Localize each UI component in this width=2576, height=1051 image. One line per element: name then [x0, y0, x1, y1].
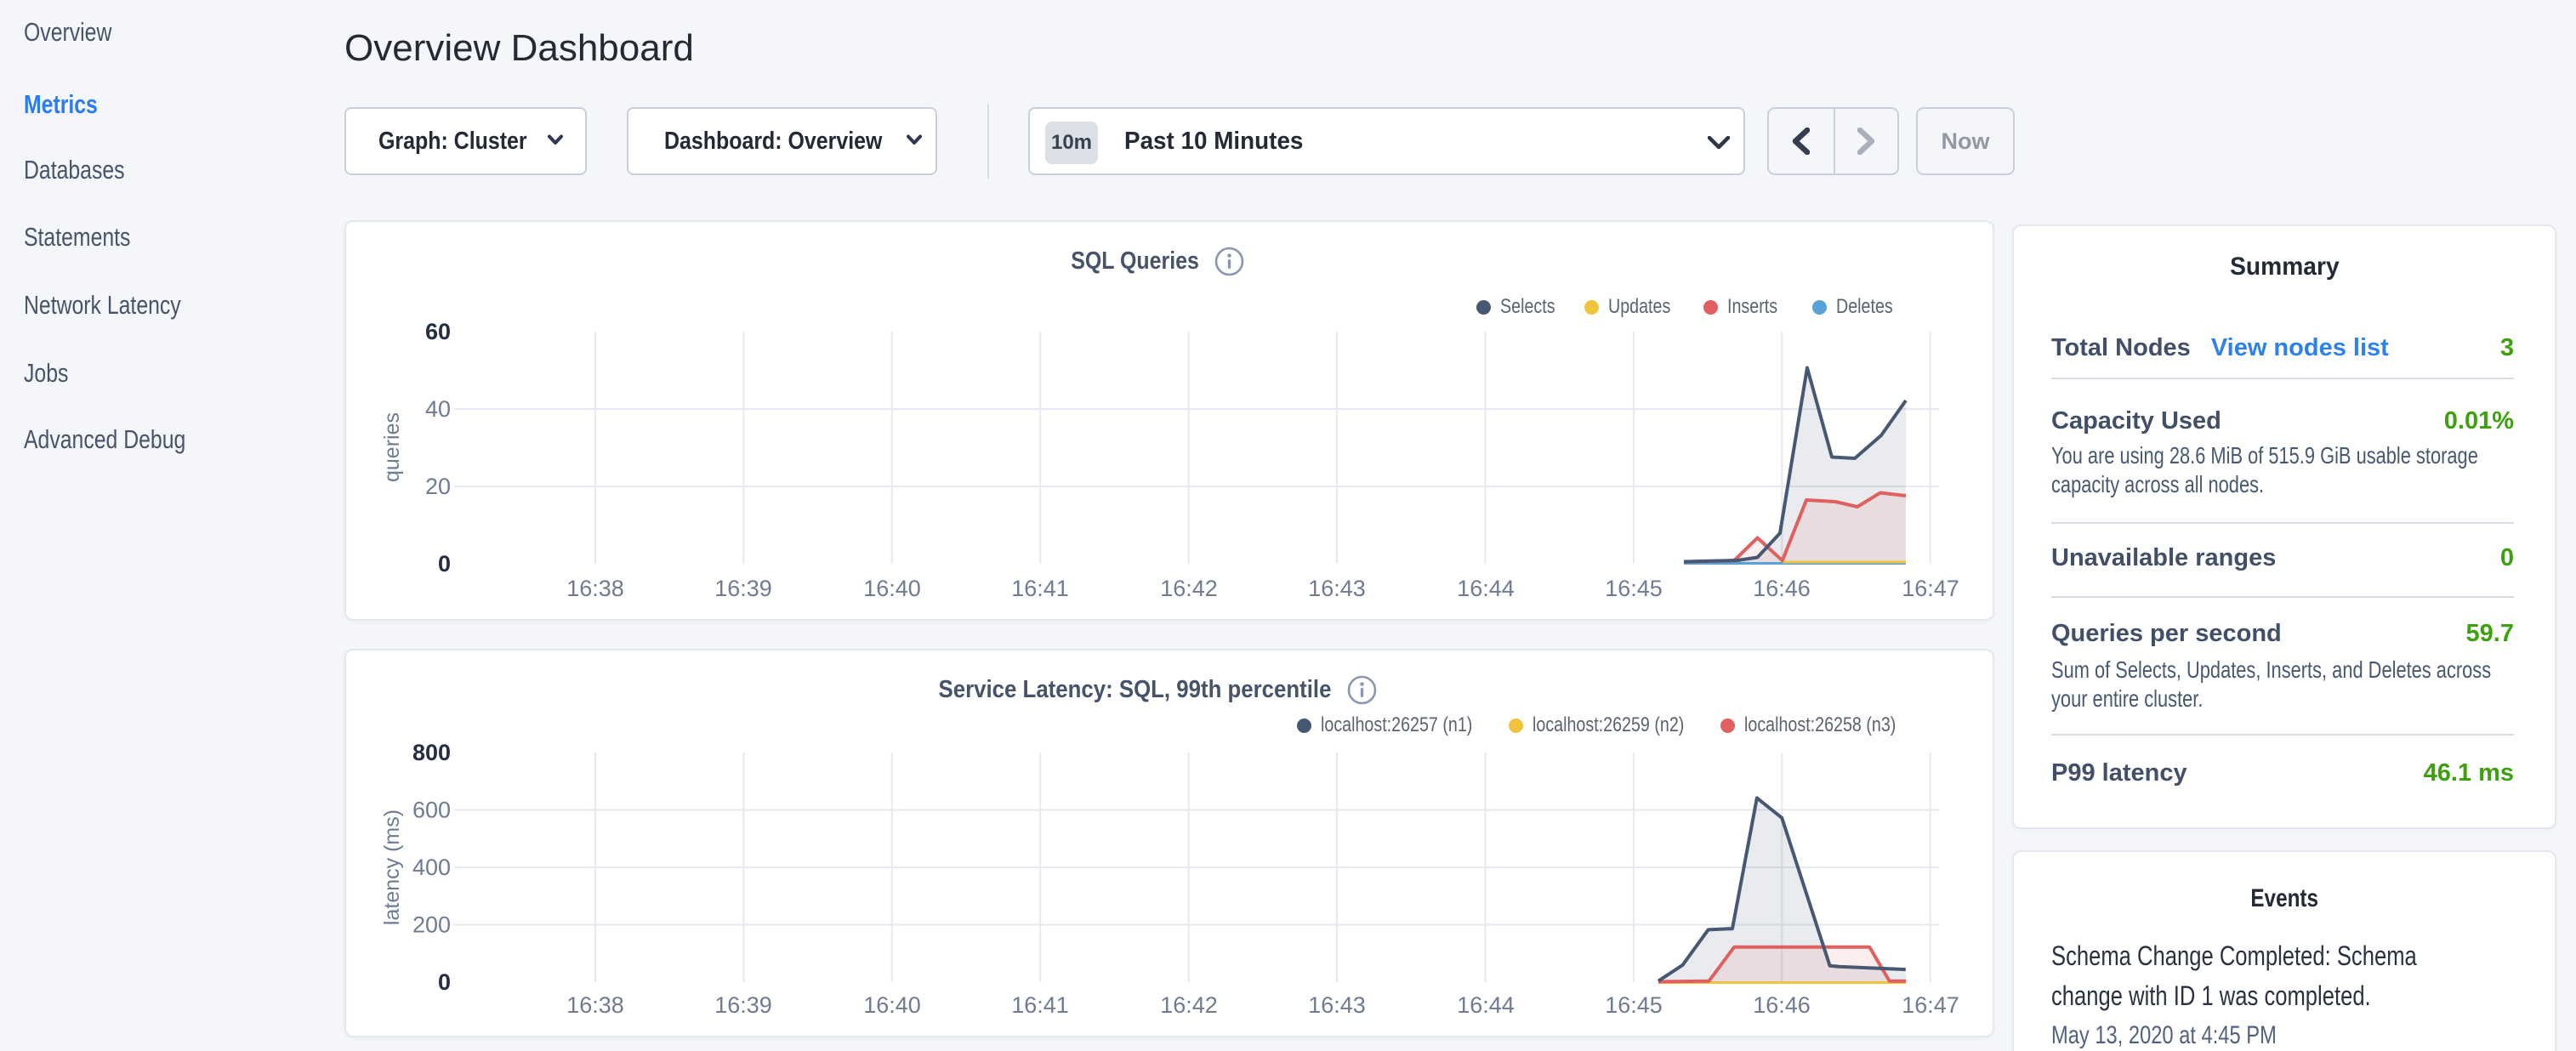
svg-text:800: 800 [412, 740, 451, 765]
svg-text:16:39: 16:39 [714, 576, 772, 601]
svg-text:16:47: 16:47 [1902, 992, 1959, 1018]
svg-text:16:45: 16:45 [1605, 992, 1663, 1018]
svg-text:queries: queries [380, 412, 404, 482]
svg-text:400: 400 [412, 855, 451, 880]
svg-text:16:39: 16:39 [714, 992, 772, 1018]
svg-text:16:45: 16:45 [1605, 576, 1663, 601]
svg-text:16:40: 16:40 [863, 576, 921, 601]
svg-text:16:38: 16:38 [566, 576, 624, 601]
svg-text:20: 20 [425, 474, 451, 499]
svg-text:40: 40 [425, 396, 451, 422]
svg-text:0: 0 [438, 969, 451, 995]
svg-text:16:47: 16:47 [1902, 576, 1959, 601]
svg-text:60: 60 [425, 319, 451, 344]
svg-text:16:46: 16:46 [1753, 992, 1811, 1018]
svg-text:0: 0 [438, 551, 451, 577]
svg-text:16:43: 16:43 [1308, 992, 1366, 1018]
svg-text:16:38: 16:38 [566, 992, 624, 1018]
svg-text:16:40: 16:40 [863, 992, 921, 1018]
svg-text:16:43: 16:43 [1308, 576, 1366, 601]
svg-text:16:46: 16:46 [1753, 576, 1811, 601]
svg-text:16:41: 16:41 [1011, 992, 1069, 1018]
svg-text:16:44: 16:44 [1457, 576, 1515, 601]
svg-text:600: 600 [412, 798, 451, 823]
svg-text:16:41: 16:41 [1011, 576, 1069, 601]
svg-text:200: 200 [412, 912, 451, 938]
svg-text:16:44: 16:44 [1457, 992, 1515, 1018]
svg-text:latency (ms): latency (ms) [380, 810, 404, 925]
svg-text:16:42: 16:42 [1160, 576, 1218, 601]
svg-text:16:42: 16:42 [1160, 992, 1218, 1018]
